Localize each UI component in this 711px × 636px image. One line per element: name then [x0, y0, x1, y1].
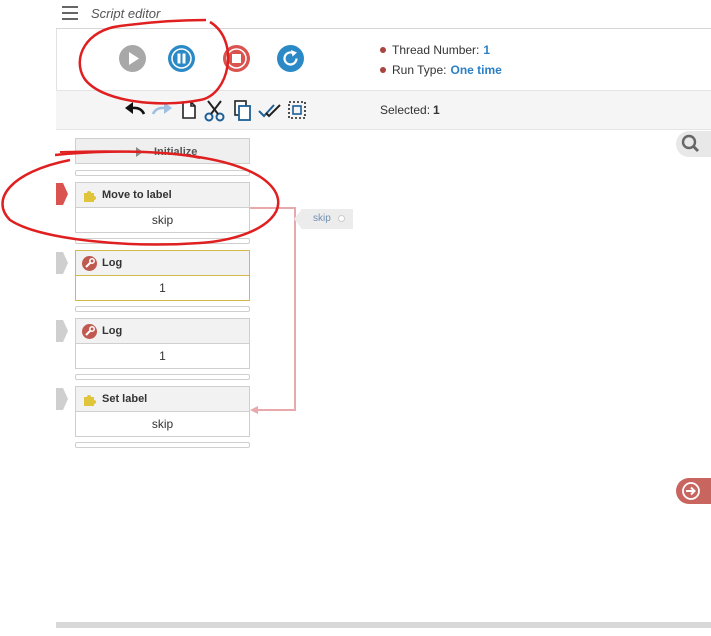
controls-panel	[56, 29, 711, 90]
log-block[interactable]: Log 1	[75, 318, 250, 369]
bullet-icon	[380, 67, 386, 73]
block-handle[interactable]	[56, 320, 68, 342]
run-type-value[interactable]: One time	[450, 63, 501, 77]
stop-button[interactable]	[223, 45, 250, 72]
puzzle-icon	[84, 395, 96, 406]
copy-icon	[234, 100, 251, 121]
page-title: Script editor	[91, 6, 161, 21]
undo-button[interactable]	[123, 99, 146, 121]
selected-count: Selected: 1	[380, 103, 440, 117]
script-editor-window: Script editor Thread Number: 1 Run Type:…	[0, 0, 711, 636]
block-value: skip	[76, 208, 249, 232]
copy-button[interactable]	[232, 99, 254, 121]
hamburger-menu-icon[interactable]	[62, 6, 78, 20]
block-value: skip	[76, 412, 249, 436]
initialize-block[interactable]: Initialize	[75, 138, 250, 164]
scissors-icon	[204, 100, 225, 122]
block-handle[interactable]	[56, 183, 68, 205]
play-icon	[119, 45, 146, 72]
search-tab[interactable]	[676, 131, 711, 157]
block-footer	[75, 442, 250, 448]
pause-button[interactable]	[168, 45, 195, 72]
log-block[interactable]: Log 1	[75, 250, 250, 301]
bullet-icon	[380, 47, 386, 53]
block-handle[interactable]	[56, 388, 68, 410]
block-value: 1	[76, 276, 249, 300]
pause-icon	[168, 45, 195, 72]
block-footer	[75, 170, 250, 176]
undo-icon	[125, 102, 146, 115]
thread-number-info: Thread Number: 1	[380, 43, 490, 57]
block-footer	[75, 374, 250, 380]
block-value: 1	[76, 344, 249, 368]
cut-button[interactable]	[203, 99, 225, 122]
skip-label-tag[interactable]: skip	[294, 209, 353, 229]
redo-button[interactable]	[150, 99, 172, 121]
select-all-button[interactable]	[257, 99, 281, 121]
select-area-button[interactable]	[286, 99, 308, 121]
thread-number-value: 1	[483, 43, 491, 57]
restart-icon	[277, 45, 304, 72]
run-type-info: Run Type: One time	[380, 63, 502, 77]
block-footer	[75, 306, 250, 312]
redo-icon	[151, 102, 172, 115]
set-label-block[interactable]: Set label skip	[75, 386, 250, 437]
block-footer	[75, 238, 250, 244]
wrench-icon	[82, 324, 97, 339]
move-to-label-block[interactable]: Move to label skip	[75, 182, 250, 233]
new-document-icon	[182, 101, 196, 119]
selection-box-icon	[288, 101, 306, 119]
double-check-icon	[258, 104, 281, 118]
horizontal-scrollbar[interactable]	[56, 622, 711, 628]
search-icon	[681, 134, 699, 152]
restart-button[interactable]	[277, 45, 304, 72]
exit-tab[interactable]	[676, 478, 711, 504]
play-small-icon	[136, 147, 143, 157]
new-document-button[interactable]	[179, 99, 201, 121]
puzzle-icon	[84, 191, 96, 202]
wrench-icon	[82, 256, 97, 271]
block-handle[interactable]	[56, 252, 68, 274]
sign-in-icon	[682, 482, 700, 500]
play-button[interactable]	[119, 45, 146, 72]
connector-dot-icon	[338, 215, 345, 222]
stop-icon	[223, 45, 250, 72]
